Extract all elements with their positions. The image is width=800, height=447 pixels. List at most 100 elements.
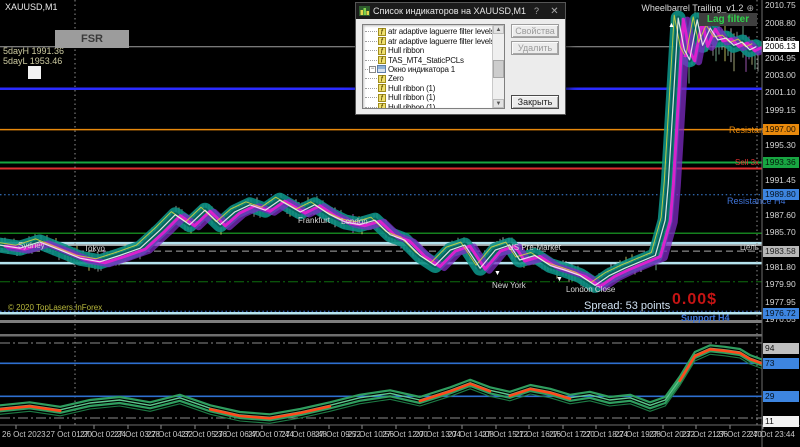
session-label: London Close <box>566 285 615 294</box>
indicator-tree-list[interactable]: ƒatr adaptive laguerre filter levelsƒatr… <box>362 24 505 109</box>
indicator-fx-icon: ƒ <box>378 94 386 102</box>
indicator-fx-icon: ƒ <box>378 84 386 92</box>
indicator-name: atr adaptive laguerre filter levels <box>388 37 492 46</box>
indicator-name: Окно индикатора 1 <box>388 65 455 74</box>
support-h4-label: Support H4 <box>681 313 730 323</box>
price-tick: 2010.75 <box>765 0 796 10</box>
indicator-marker: 73 <box>763 358 799 369</box>
indicator-tree-item[interactable]: ƒHull ribbon <box>365 46 492 55</box>
tree-guide <box>365 69 368 70</box>
signal-arrow-icon: ▲ <box>668 22 675 29</box>
indicator-list-dialog: Список индикаторов на XAUUSD,M1 ? ✕ ƒatr… <box>355 2 566 115</box>
help-icon[interactable]: ? <box>529 6 544 16</box>
indicator-tree-item[interactable]: ƒatr adaptive laguerre filter levels <box>365 36 492 45</box>
tree-guide <box>365 78 377 79</box>
properties-button[interactable]: Свойства <box>511 24 559 38</box>
price-tick: 2004.95 <box>765 53 796 63</box>
signal-arrow-icon: ▲ <box>682 52 689 59</box>
price-tick: 1987.60 <box>765 210 796 220</box>
tree-guide <box>365 88 377 89</box>
indicator-fx-icon: ƒ <box>378 47 386 55</box>
indicator-name: Hull ribbon <box>388 46 424 55</box>
indicator-name: Hull ribbon (1) <box>388 93 435 102</box>
signal-arrow-icon: ▼ <box>556 276 563 283</box>
price-tick: 2001.10 <box>765 87 796 97</box>
tree-guide <box>365 107 377 108</box>
time-label: 27 Oct 23:44 <box>749 430 795 439</box>
tree-guide <box>365 60 377 61</box>
scroll-down-icon[interactable]: ▼ <box>493 99 504 108</box>
tree-guide <box>365 41 377 42</box>
indicator-fx-icon: ƒ <box>378 28 386 36</box>
indicator-name: Zero <box>388 74 404 83</box>
indicator-window-icon <box>377 65 386 73</box>
indicator-list-icon <box>359 6 370 16</box>
price-marker: 2006.13 <box>763 41 799 52</box>
fsr-label-box: FSR <box>55 30 129 48</box>
close-icon[interactable]: ✕ <box>547 6 562 17</box>
signal-arrow-icon: ▼ <box>494 270 501 277</box>
indicator-marker: 94 <box>763 343 799 354</box>
price-marker: 1989.80 <box>763 189 799 200</box>
session-label: Tokyo <box>84 244 105 253</box>
price-tick: 1991.45 <box>765 175 796 185</box>
indicator-fx-icon: ƒ <box>378 103 386 108</box>
spread-label: Spread: 53 points <box>584 300 670 312</box>
price-tick: 1999.15 <box>765 105 796 115</box>
indicator-marker: 29 <box>763 391 799 402</box>
session-label: London <box>341 217 368 226</box>
session-label: Sydney <box>18 241 45 250</box>
copyright-label: © 2020 TopLasers.InForex <box>8 303 102 312</box>
indicator-fx-icon: ƒ <box>378 37 386 45</box>
cost-label: 0.00$ <box>672 291 717 309</box>
lag-filter-button[interactable]: Lag filter <box>699 13 757 26</box>
session-label: New York <box>492 281 526 290</box>
indicator-tree-item[interactable]: ƒHull ribbon (1) <box>365 93 492 102</box>
tree-guide <box>365 50 377 51</box>
indicator-tree-item[interactable]: ƒZero <box>365 74 492 83</box>
close-button[interactable]: Закрыть <box>511 95 559 109</box>
dialog-body: ƒatr adaptive laguerre filter levelsƒatr… <box>356 19 565 114</box>
indicator-name: Hull ribbon (1) <box>388 103 435 108</box>
indicator-name: atr adaptive laguerre filter levels <box>388 27 492 36</box>
session-label: US Pre-Market <box>508 243 561 252</box>
chart-object-square[interactable] <box>28 66 41 79</box>
price-tick: 2008.80 <box>765 18 796 28</box>
indicator-tree-item[interactable]: ƒHull ribbon (1) <box>365 84 492 93</box>
indicator-marker: 11 <box>763 416 799 427</box>
price-tick: 2003.00 <box>765 70 796 80</box>
price-tick: 1985.70 <box>765 227 796 237</box>
indicator-tree-item[interactable]: ƒTAS_MT4_StaticPCLs <box>365 55 492 64</box>
delete-button[interactable]: Удалить <box>511 41 559 55</box>
indicator-tree-item[interactable]: ƒHull ribbon (1) <box>365 103 492 109</box>
indicator-fx-icon: ƒ <box>378 75 386 83</box>
price-marker: 1976.72 <box>763 308 799 319</box>
indicator-tree-item[interactable]: ƒatr adaptive laguerre filter levels <box>365 27 492 36</box>
indicator-name: TAS_MT4_StaticPCLs <box>388 56 464 65</box>
tree-guide <box>365 31 377 32</box>
price-tick: 1981.80 <box>765 262 796 272</box>
symbol-period-label: XAUUSD,M1 <box>5 2 58 12</box>
tree-collapse-icon[interactable]: − <box>369 66 376 73</box>
dialog-titlebar[interactable]: Список индикаторов на XAUUSD,M1 ? ✕ <box>356 3 565 19</box>
indicator-tree-item[interactable]: − Окно индикатора 1 <box>365 65 492 74</box>
price-marker: 1983.58 <box>763 246 799 257</box>
mt4-chart-window: XAUUSD,M1 FSR 5dayH 1991.36 5dayL 1953.4… <box>0 0 800 447</box>
price-tick: 1979.90 <box>765 279 796 289</box>
scroll-up-icon[interactable]: ▲ <box>493 25 504 34</box>
dialog-buttons: Свойства Удалить Закрыть <box>511 24 559 109</box>
clock-icon: ⊕ <box>746 3 754 13</box>
sell-level-label: Sell 3x <box>735 158 759 167</box>
symbol-title: XAUUSD,M1 <box>3 2 58 12</box>
price-marker: 1993.36 <box>763 157 799 168</box>
price-tick: 1977.95 <box>765 297 796 307</box>
target-label: Цель <box>740 243 759 252</box>
indicator-name: Hull ribbon (1) <box>388 84 435 93</box>
five-day-low-label: 5dayL 1953.46 <box>3 56 62 66</box>
indicator-fx-icon: ƒ <box>378 56 386 64</box>
scroll-thumb[interactable] <box>493 60 504 78</box>
list-scrollbar[interactable]: ▲ ▼ <box>492 25 504 108</box>
trailing-text: Wheelbarrel Trailing_v1.2 <box>641 3 743 13</box>
price-marker: 1997.00 <box>763 124 799 135</box>
tree-guide <box>365 97 377 98</box>
